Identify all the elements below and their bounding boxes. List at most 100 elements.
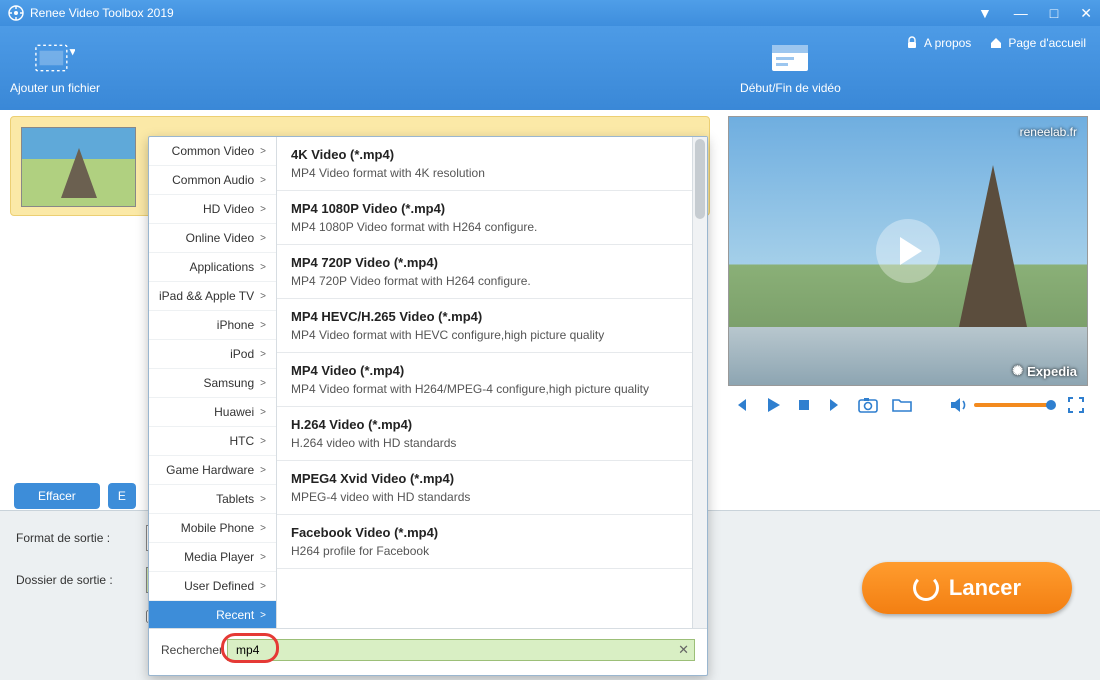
format-desc: MP4 720P Video format with H264 configur… [291,274,678,288]
preview-panel: reneelab.fr ✺ Expedia [728,116,1088,424]
play-overlay-button[interactable] [876,219,940,283]
category-item[interactable]: Common Audio > [149,166,276,195]
volume-slider[interactable] [974,403,1052,407]
start-end-button[interactable]: Début/Fin de vidéo [740,41,841,95]
next-track-icon[interactable] [826,396,844,414]
chevron-right-icon: > [260,378,266,389]
format-title: H.264 Video (*.mp4) [291,417,678,432]
category-item[interactable]: iPhone> [149,311,276,340]
expedia-watermark: ✺ Expedia [1012,363,1077,379]
category-item[interactable]: Applications> [149,253,276,282]
format-title: MP4 1080P Video (*.mp4) [291,201,678,216]
format-desc: MP4 1080P Video format with H264 configu… [291,220,678,234]
format-title: MPEG4 Xvid Video (*.mp4) [291,471,678,486]
lock-icon [905,36,919,50]
category-label: Huawei [214,405,254,419]
category-label: Common Video [172,144,255,158]
chevron-right-icon: > [260,436,266,447]
category-label: Samsung [203,376,254,390]
clear-search-icon[interactable]: ✕ [678,642,689,658]
format-item[interactable]: MP4 HEVC/H.265 Video (*.mp4)MP4 Video fo… [277,299,692,353]
category-item[interactable]: Common Video > [149,137,276,166]
format-title: MP4 Video (*.mp4) [291,363,678,378]
maximize-icon[interactable]: □ [1050,5,1058,21]
category-item[interactable]: Tablets > [149,485,276,514]
category-item[interactable]: User Defined> [149,572,276,601]
format-item[interactable]: MPEG4 Xvid Video (*.mp4) MPEG-4 video wit… [277,461,692,515]
clear-button-2[interactable]: E [108,483,136,509]
format-item[interactable]: 4K Video (*.mp4) MP4 Video format with 4K… [277,137,692,191]
format-label: Format de sortie : [16,531,136,545]
category-item[interactable]: HTC> [149,427,276,456]
chevron-right-icon: > [260,146,266,157]
close-icon[interactable]: ✕ [1080,5,1092,22]
category-label: Common Audio [172,173,254,187]
category-item[interactable]: Online Video> [149,224,276,253]
camera-icon[interactable] [858,397,878,413]
format-picker-popup: Common Video>Common Audio>HD Video>Onlin… [148,136,708,676]
format-item[interactable]: Facebook Video (*.mp4)H264 profile for F… [277,515,692,569]
launch-button[interactable]: Lancer [862,562,1072,614]
format-desc: MP4 Video format with 4K resolution [291,166,678,180]
add-file-button[interactable]: ▾ Ajouter un fichier [10,41,100,95]
category-label: Game Hardware [166,463,254,477]
chevron-right-icon: > [260,175,266,186]
format-item[interactable]: MP4 720P Video (*.mp4) MP4 720P Video for… [277,245,692,299]
format-title: MP4 720P Video (*.mp4) [291,255,678,270]
prev-track-icon[interactable] [732,396,750,414]
category-item[interactable]: iPad && Apple TV > [149,282,276,311]
svg-text:▾: ▾ [70,43,75,58]
format-desc: MP4 Video format with H264/MPEG-4 config… [291,382,678,396]
reload-icon [913,575,939,601]
chevron-right-icon: > [260,523,266,534]
category-item[interactable]: iPod> [149,340,276,369]
format-item[interactable]: H.264 Video (*.mp4) H.264 video with HD s… [277,407,692,461]
format-desc: H.264 video with HD standards [291,436,678,450]
clip-thumbnail[interactable] [21,127,136,207]
dropdown-caret-icon[interactable]: ▼ [978,5,992,21]
category-item[interactable]: Samsung > [149,369,276,398]
category-item[interactable]: Media Player> [149,543,276,572]
app-logo-icon [8,5,24,21]
search-label: Rechercher [161,643,223,657]
chevron-right-icon: > [260,204,266,215]
format-item[interactable]: MP4 1080P Video (*.mp4) MP4 1080P Video f… [277,191,692,245]
scrollbar-track[interactable] [693,137,707,628]
clear-button[interactable]: Effacer [14,483,100,509]
chevron-right-icon: > [260,494,266,505]
chevron-right-icon: > [260,291,266,302]
window-icon [770,41,810,75]
category-item[interactable]: Huawei> [149,398,276,427]
format-title: Facebook Video (*.mp4) [291,525,678,540]
category-label: iPod [230,347,254,361]
add-file-label: Ajouter un fichier [10,81,100,95]
category-label: Online Video [186,231,255,245]
burst-icon: ✺ [1012,363,1023,379]
category-item[interactable]: Game Hardware> [149,456,276,485]
fullscreen-icon[interactable] [1068,397,1084,413]
home-button[interactable]: Page d'accueil [989,36,1086,50]
preview-video[interactable]: reneelab.fr ✺ Expedia [728,116,1088,386]
search-input[interactable] [227,639,695,661]
format-title: 4K Video (*.mp4) [291,147,678,162]
category-label: iPad && Apple TV [159,289,254,303]
title-bar: Renee Video Toolbox 2019 ▼ — □ ✕ [0,0,1100,26]
format-title: MP4 HEVC/H.265 Video (*.mp4) [291,309,678,324]
about-button[interactable]: A propos [905,36,971,50]
minimize-icon[interactable]: — [1014,5,1028,21]
play-icon[interactable] [764,396,782,414]
category-item[interactable]: HD Video> [149,195,276,224]
category-list: Common Video>Common Audio>HD Video>Onlin… [149,137,277,628]
stop-icon[interactable] [796,397,812,413]
format-item[interactable]: MP4 Video (*.mp4) MP4 Video format with H… [277,353,692,407]
category-item[interactable]: Mobile Phone> [149,514,276,543]
scrollbar-thumb[interactable] [695,139,705,219]
format-desc: MPEG-4 video with HD standards [291,490,678,504]
category-item[interactable]: Recent> [149,601,276,628]
preview-watermark: reneelab.fr [1020,125,1077,139]
category-label: Tablets [216,492,254,506]
folder-open-icon[interactable] [892,397,912,413]
about-label: A propos [924,36,971,50]
volume-icon[interactable] [950,397,968,413]
app-title: Renee Video Toolbox 2019 [30,6,174,20]
